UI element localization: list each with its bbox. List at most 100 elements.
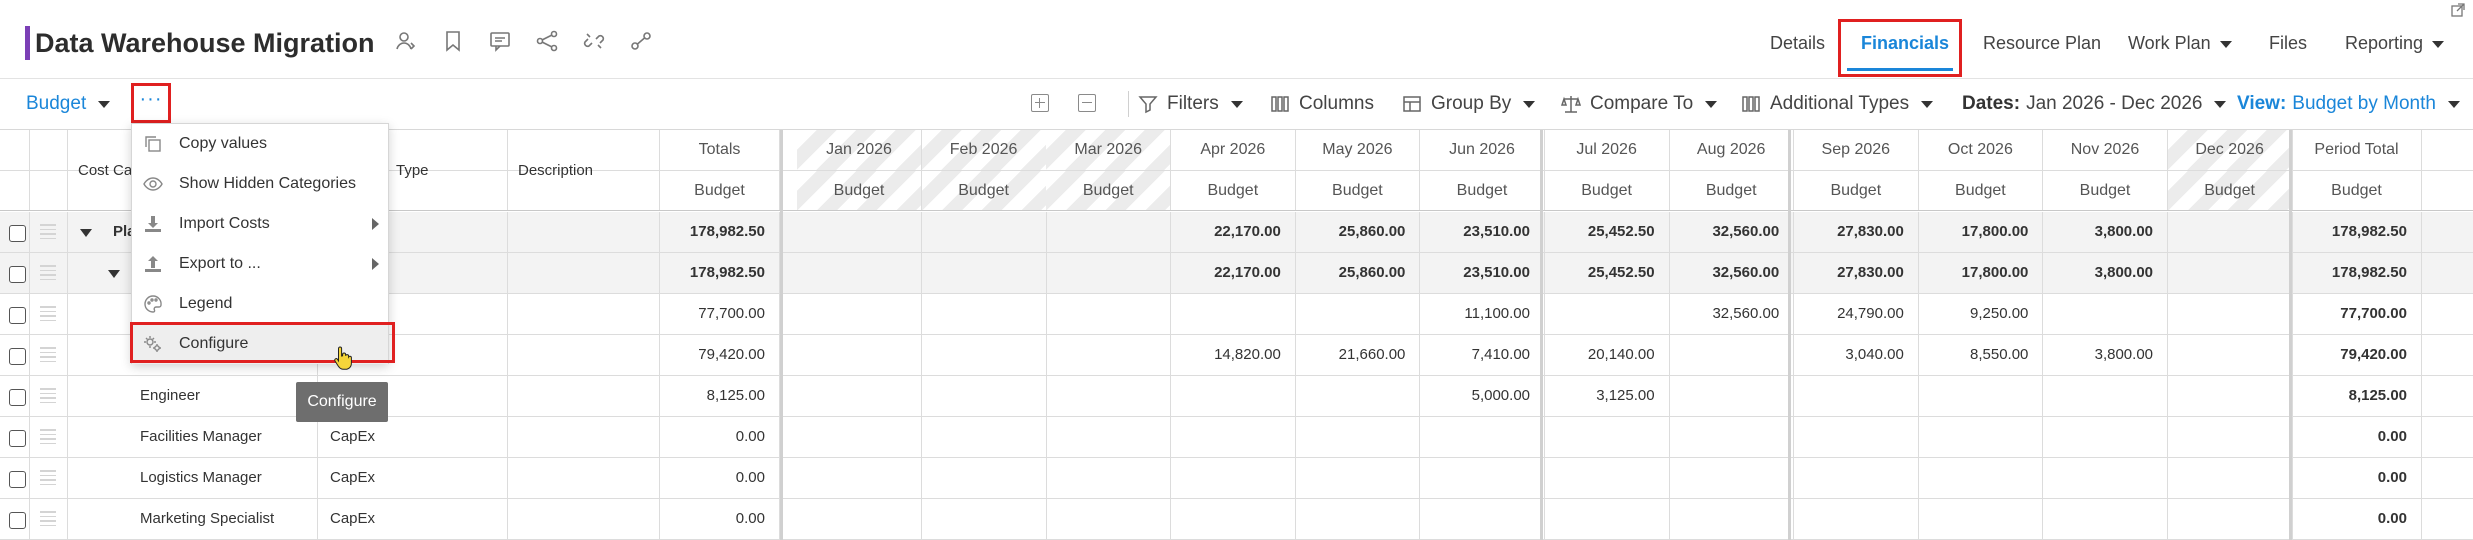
drag-handle-icon[interactable] [40,265,56,281]
month-value-cell[interactable] [797,417,922,457]
menu-item-import-costs[interactable]: Import Costs [132,204,388,244]
month-value-cell[interactable] [1295,499,1421,539]
month-value-cell[interactable] [2168,376,2293,416]
month-value-cell[interactable]: 5,000.00 [1420,376,1545,416]
month-value-cell[interactable] [1046,294,1172,334]
month-value-cell[interactable] [1171,294,1296,334]
month-value-cell[interactable] [1046,376,1172,416]
month-value-cell[interactable] [1918,417,2044,457]
row-checkbox[interactable] [9,307,26,324]
month-value-cell[interactable] [1295,417,1421,457]
month-value-cell[interactable] [797,212,922,252]
month-value-cell[interactable]: 25,860.00 [1295,212,1421,252]
month-value-cell[interactable]: 27,830.00 [1794,212,1919,252]
month-value-cell[interactable] [1669,335,1795,375]
month-value-cell[interactable] [1794,376,1919,416]
month-value-cell[interactable] [922,376,1047,416]
drag-handle-icon[interactable] [40,347,56,363]
month-value-cell[interactable] [2168,458,2293,498]
month-value-cell[interactable] [2168,294,2293,334]
month-value-cell[interactable] [1918,376,2044,416]
menu-item-show-hidden-categories[interactable]: Show Hidden Categories [132,164,388,204]
expand-icon[interactable] [2451,3,2465,17]
additional-types-button[interactable]: Additional Types [1741,93,1934,115]
month-value-cell[interactable] [2168,212,2293,252]
month-value-cell[interactable]: 3,800.00 [2043,335,2168,375]
month-value-cell[interactable] [1420,417,1545,457]
link-icon[interactable] [627,27,655,55]
comment-icon[interactable] [486,27,514,55]
filters-button[interactable]: Filters [1138,93,1243,115]
month-value-cell[interactable] [1171,458,1296,498]
month-value-cell[interactable] [797,376,922,416]
column-header-month[interactable]: Jun 2026 [1420,130,1545,170]
group-by-button[interactable]: Group By [1402,93,1536,115]
month-value-cell[interactable] [922,294,1047,334]
month-value-cell[interactable] [1295,458,1421,498]
month-value-cell[interactable]: 32,560.00 [1669,212,1795,252]
month-value-cell[interactable]: 3,040.00 [1794,335,1919,375]
month-value-cell[interactable] [922,417,1047,457]
month-value-cell[interactable]: 23,510.00 [1420,253,1545,293]
month-value-cell[interactable] [797,458,922,498]
column-header-totals[interactable]: Totals [660,130,780,170]
month-value-cell[interactable] [2168,499,2293,539]
month-value-cell[interactable] [1420,458,1545,498]
month-value-cell[interactable] [1046,458,1172,498]
month-value-cell[interactable] [1669,499,1795,539]
month-value-cell[interactable] [797,253,922,293]
column-header-month[interactable]: Feb 2026 [921,130,1047,170]
month-value-cell[interactable]: 14,820.00 [1171,335,1296,375]
month-value-cell[interactable]: 32,560.00 [1669,253,1795,293]
month-value-cell[interactable]: 7,410.00 [1420,335,1545,375]
table-row[interactable]: Marketing Specialist CapEx 0.00 0.00 [0,499,2473,540]
month-value-cell[interactable] [797,499,922,539]
month-value-cell[interactable] [1046,417,1172,457]
month-value-cell[interactable] [1046,253,1172,293]
month-value-cell[interactable] [2043,499,2168,539]
link-broken-icon[interactable] [580,27,608,55]
month-value-cell[interactable] [1171,417,1296,457]
month-value-cell[interactable] [1046,335,1172,375]
month-value-cell[interactable]: 25,452.50 [1545,212,1670,252]
month-value-cell[interactable] [797,335,922,375]
collapse-all-icon[interactable] [1078,94,1096,112]
month-value-cell[interactable] [1918,458,2044,498]
column-header-month[interactable]: Jul 2026 [1545,130,1670,170]
month-value-cell[interactable] [1669,417,1795,457]
month-value-cell[interactable]: 3,125.00 [1545,376,1670,416]
month-value-cell[interactable]: 8,550.00 [1918,335,2044,375]
drag-handle-icon[interactable] [40,306,56,322]
row-checkbox[interactable] [9,348,26,365]
column-header-month[interactable]: Mar 2026 [1046,130,1172,170]
month-value-cell[interactable]: 27,830.00 [1794,253,1919,293]
drag-handle-icon[interactable] [40,470,56,486]
month-value-cell[interactable] [797,294,922,334]
column-header-month[interactable]: Aug 2026 [1669,130,1795,170]
share-icon[interactable] [533,27,561,55]
month-value-cell[interactable]: 23,510.00 [1420,212,1545,252]
column-header-month[interactable]: May 2026 [1295,130,1421,170]
menu-item-legend[interactable]: Legend [132,284,388,324]
month-value-cell[interactable]: 22,170.00 [1171,253,1296,293]
table-row[interactable]: Logistics Manager CapEx 0.00 0.00 [0,458,2473,499]
month-value-cell[interactable]: 3,800.00 [2043,212,2168,252]
month-value-cell[interactable] [922,253,1047,293]
column-header-month[interactable]: Oct 2026 [1918,130,2044,170]
menu-item-copy-values[interactable]: Copy values [132,124,388,164]
month-value-cell[interactable] [2043,458,2168,498]
drag-handle-icon[interactable] [40,224,56,240]
month-value-cell[interactable] [922,458,1047,498]
month-value-cell[interactable]: 9,250.00 [1918,294,2044,334]
month-value-cell[interactable]: 11,100.00 [1420,294,1545,334]
tab-details[interactable]: Details [1770,32,1825,54]
month-value-cell[interactable] [2043,417,2168,457]
drag-handle-icon[interactable] [40,511,56,527]
month-value-cell[interactable] [922,499,1047,539]
column-header-month[interactable]: Nov 2026 [2043,130,2168,170]
budget-selector[interactable]: Budget [26,93,111,115]
month-value-cell[interactable]: 24,790.00 [1794,294,1919,334]
month-value-cell[interactable] [1545,417,1670,457]
month-value-cell[interactable]: 21,660.00 [1295,335,1421,375]
row-checkbox[interactable] [9,266,26,283]
